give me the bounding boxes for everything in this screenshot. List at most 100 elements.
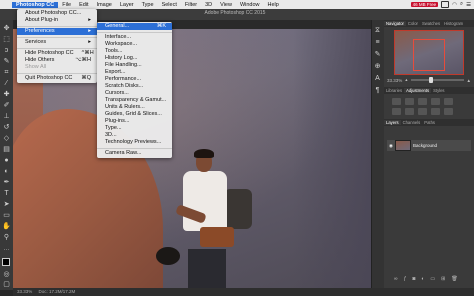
delete-layer-icon[interactable]: 🗑 [451,276,457,282]
menu-image[interactable]: Image [93,2,116,8]
move-tool-icon[interactable]: ✥ [2,24,11,33]
pref-camera-raw[interactable]: Camera Raw... [97,150,172,157]
hue-adjust-icon[interactable] [392,108,401,115]
bw-adjust-icon[interactable] [418,108,427,115]
vibrance-adjust-icon[interactable] [444,98,453,105]
curves-adjust-icon[interactable] [418,98,427,105]
quick-select-tool-icon[interactable]: ✎ [2,57,11,66]
healing-tool-icon[interactable]: ✚ [2,90,11,99]
hand-tool-icon[interactable]: ✋ [2,222,11,231]
history-panel-icon[interactable]: ⧖ [373,26,382,35]
tab-adjustments[interactable]: Adjustments [404,88,432,93]
fx-icon[interactable]: ƒ [404,276,407,282]
menu-photoshop[interactable]: Photoshop CC [12,1,59,8]
pref-workspace[interactable]: Workspace... [97,41,172,48]
tab-channels[interactable]: Channels [401,120,423,125]
layer-name[interactable]: Background [413,143,437,148]
channel-mixer-adjust-icon[interactable] [444,108,453,115]
tab-libraries[interactable]: Libraries [384,88,404,93]
properties-panel-icon[interactable]: ≡ [373,38,382,47]
pref-transparency[interactable]: Transparency & Gamut... [97,97,172,104]
menu-item-about-plugin[interactable]: About Plug-in ▸ [17,17,97,24]
marquee-tool-icon[interactable]: ⬚ [2,35,11,44]
menu-layer[interactable]: Layer [116,2,138,8]
pref-export[interactable]: Export... [97,69,172,76]
tab-styles[interactable]: Styles [431,88,446,93]
stamp-tool-icon[interactable]: ⊥ [2,112,11,121]
battery-icon[interactable] [441,1,450,8]
pref-scratch-disks[interactable]: Scratch Disks... [97,83,172,90]
crop-tool-icon[interactable]: ⌗ [2,68,11,77]
menu-item-hide-photoshop[interactable]: Hide Photoshop CC ^⌘H [17,50,97,57]
tab-color[interactable]: Color [406,21,420,26]
notifications-icon[interactable]: ☰ [466,2,471,8]
menu-edit[interactable]: Edit [75,2,92,8]
menu-item-about[interactable]: About Photoshop CC... [17,10,97,17]
new-group-icon[interactable]: ▭ [430,276,435,282]
blur-tool-icon[interactable]: ● [2,156,11,165]
menu-item-hide-others[interactable]: Hide Others ⌥⌘H [17,57,97,64]
new-layer-icon[interactable]: ⊞ [441,276,445,282]
menu-type[interactable]: Type [138,2,158,8]
navigator-thumbnail[interactable] [394,30,464,75]
paragraph-panel-icon[interactable]: ¶ [373,86,382,95]
levels-adjust-icon[interactable] [405,98,414,105]
pref-units-rulers[interactable]: Units & Rulers... [97,104,172,111]
pref-interface[interactable]: Interface... [97,34,172,41]
new-adjustment-icon[interactable]: ◐ [421,276,424,282]
navigator-view-box[interactable] [413,39,445,71]
menu-filter[interactable]: Filter [181,2,201,8]
menu-select[interactable]: Select [158,2,181,8]
color-balance-adjust-icon[interactable] [405,108,414,115]
add-mask-icon[interactable]: ◙ [412,276,415,282]
gradient-tool-icon[interactable]: ▤ [2,145,11,154]
pref-file-handling[interactable]: File Handling... [97,62,172,69]
menu-file[interactable]: File [58,2,75,8]
path-select-tool-icon[interactable]: ➤ [2,200,11,209]
shape-tool-icon[interactable]: ▭ [2,211,11,220]
screen-mode-icon[interactable]: ▢ [2,280,11,289]
zoom-in-icon[interactable]: ▲ [467,78,471,83]
pref-performance[interactable]: Performance... [97,76,172,83]
status-doc-size[interactable]: Doc: 17.2M/17.2M [39,289,76,294]
brightness-adjust-icon[interactable] [392,98,401,105]
zoom-out-icon[interactable]: ▴ [405,77,407,83]
pen-tool-icon[interactable]: ✒ [2,178,11,187]
brush-tool-icon[interactable]: ✐ [2,101,11,110]
tab-histogram[interactable]: Histogram [442,21,465,26]
status-zoom[interactable]: 33.33% [17,289,32,294]
link-layers-icon[interactable]: ∞ [394,276,398,282]
wifi-icon[interactable]: ◠ [452,2,457,8]
navigator-zoom-value[interactable]: 33.33% [387,78,402,83]
photo-filter-adjust-icon[interactable] [431,108,440,115]
tab-swatches[interactable]: Swatches [420,21,442,26]
navigator-zoom-slider[interactable] [410,77,464,83]
foreground-color-swatch[interactable] [2,258,10,266]
menu-item-services[interactable]: Services ▸ [17,39,97,46]
eyedropper-tool-icon[interactable]: ⁄ [2,79,11,88]
pref-plugins[interactable]: Plug-ins... [97,118,172,125]
menu-item-quit[interactable]: Quit Photoshop CC ⌘Q [17,75,97,82]
menu-3d[interactable]: 3D [201,2,216,8]
clone-source-panel-icon[interactable]: ⊕ [373,62,382,71]
edit-toolbar-icon[interactable]: ··· [2,246,11,255]
menu-view[interactable]: View [216,2,236,8]
pref-history-log[interactable]: History Log... [97,55,172,62]
pref-guides-grid[interactable]: Guides, Grid & Slices... [97,111,172,118]
pref-type[interactable]: Type... [97,125,172,132]
menu-help[interactable]: Help [264,2,283,8]
zoom-tool-icon[interactable]: ⚲ [2,233,11,242]
layer-row[interactable]: ◉ Background [387,140,471,151]
exposure-adjust-icon[interactable] [431,98,440,105]
spotlight-icon[interactable]: ⌕ [460,1,463,8]
pref-cursors[interactable]: Cursors... [97,90,172,97]
pref-3d[interactable]: 3D... [97,132,172,139]
type-tool-icon[interactable]: T [2,189,11,198]
tab-navigator[interactable]: Navigator [384,21,406,26]
pref-tech-previews[interactable]: Technology Previews... [97,139,172,146]
tab-paths[interactable]: Paths [422,120,437,125]
dodge-tool-icon[interactable]: ◐ [2,167,11,176]
lasso-tool-icon[interactable]: ↄ [2,46,11,55]
menu-window[interactable]: Window [236,2,264,8]
pref-general[interactable]: General... ⌘K [97,23,172,30]
